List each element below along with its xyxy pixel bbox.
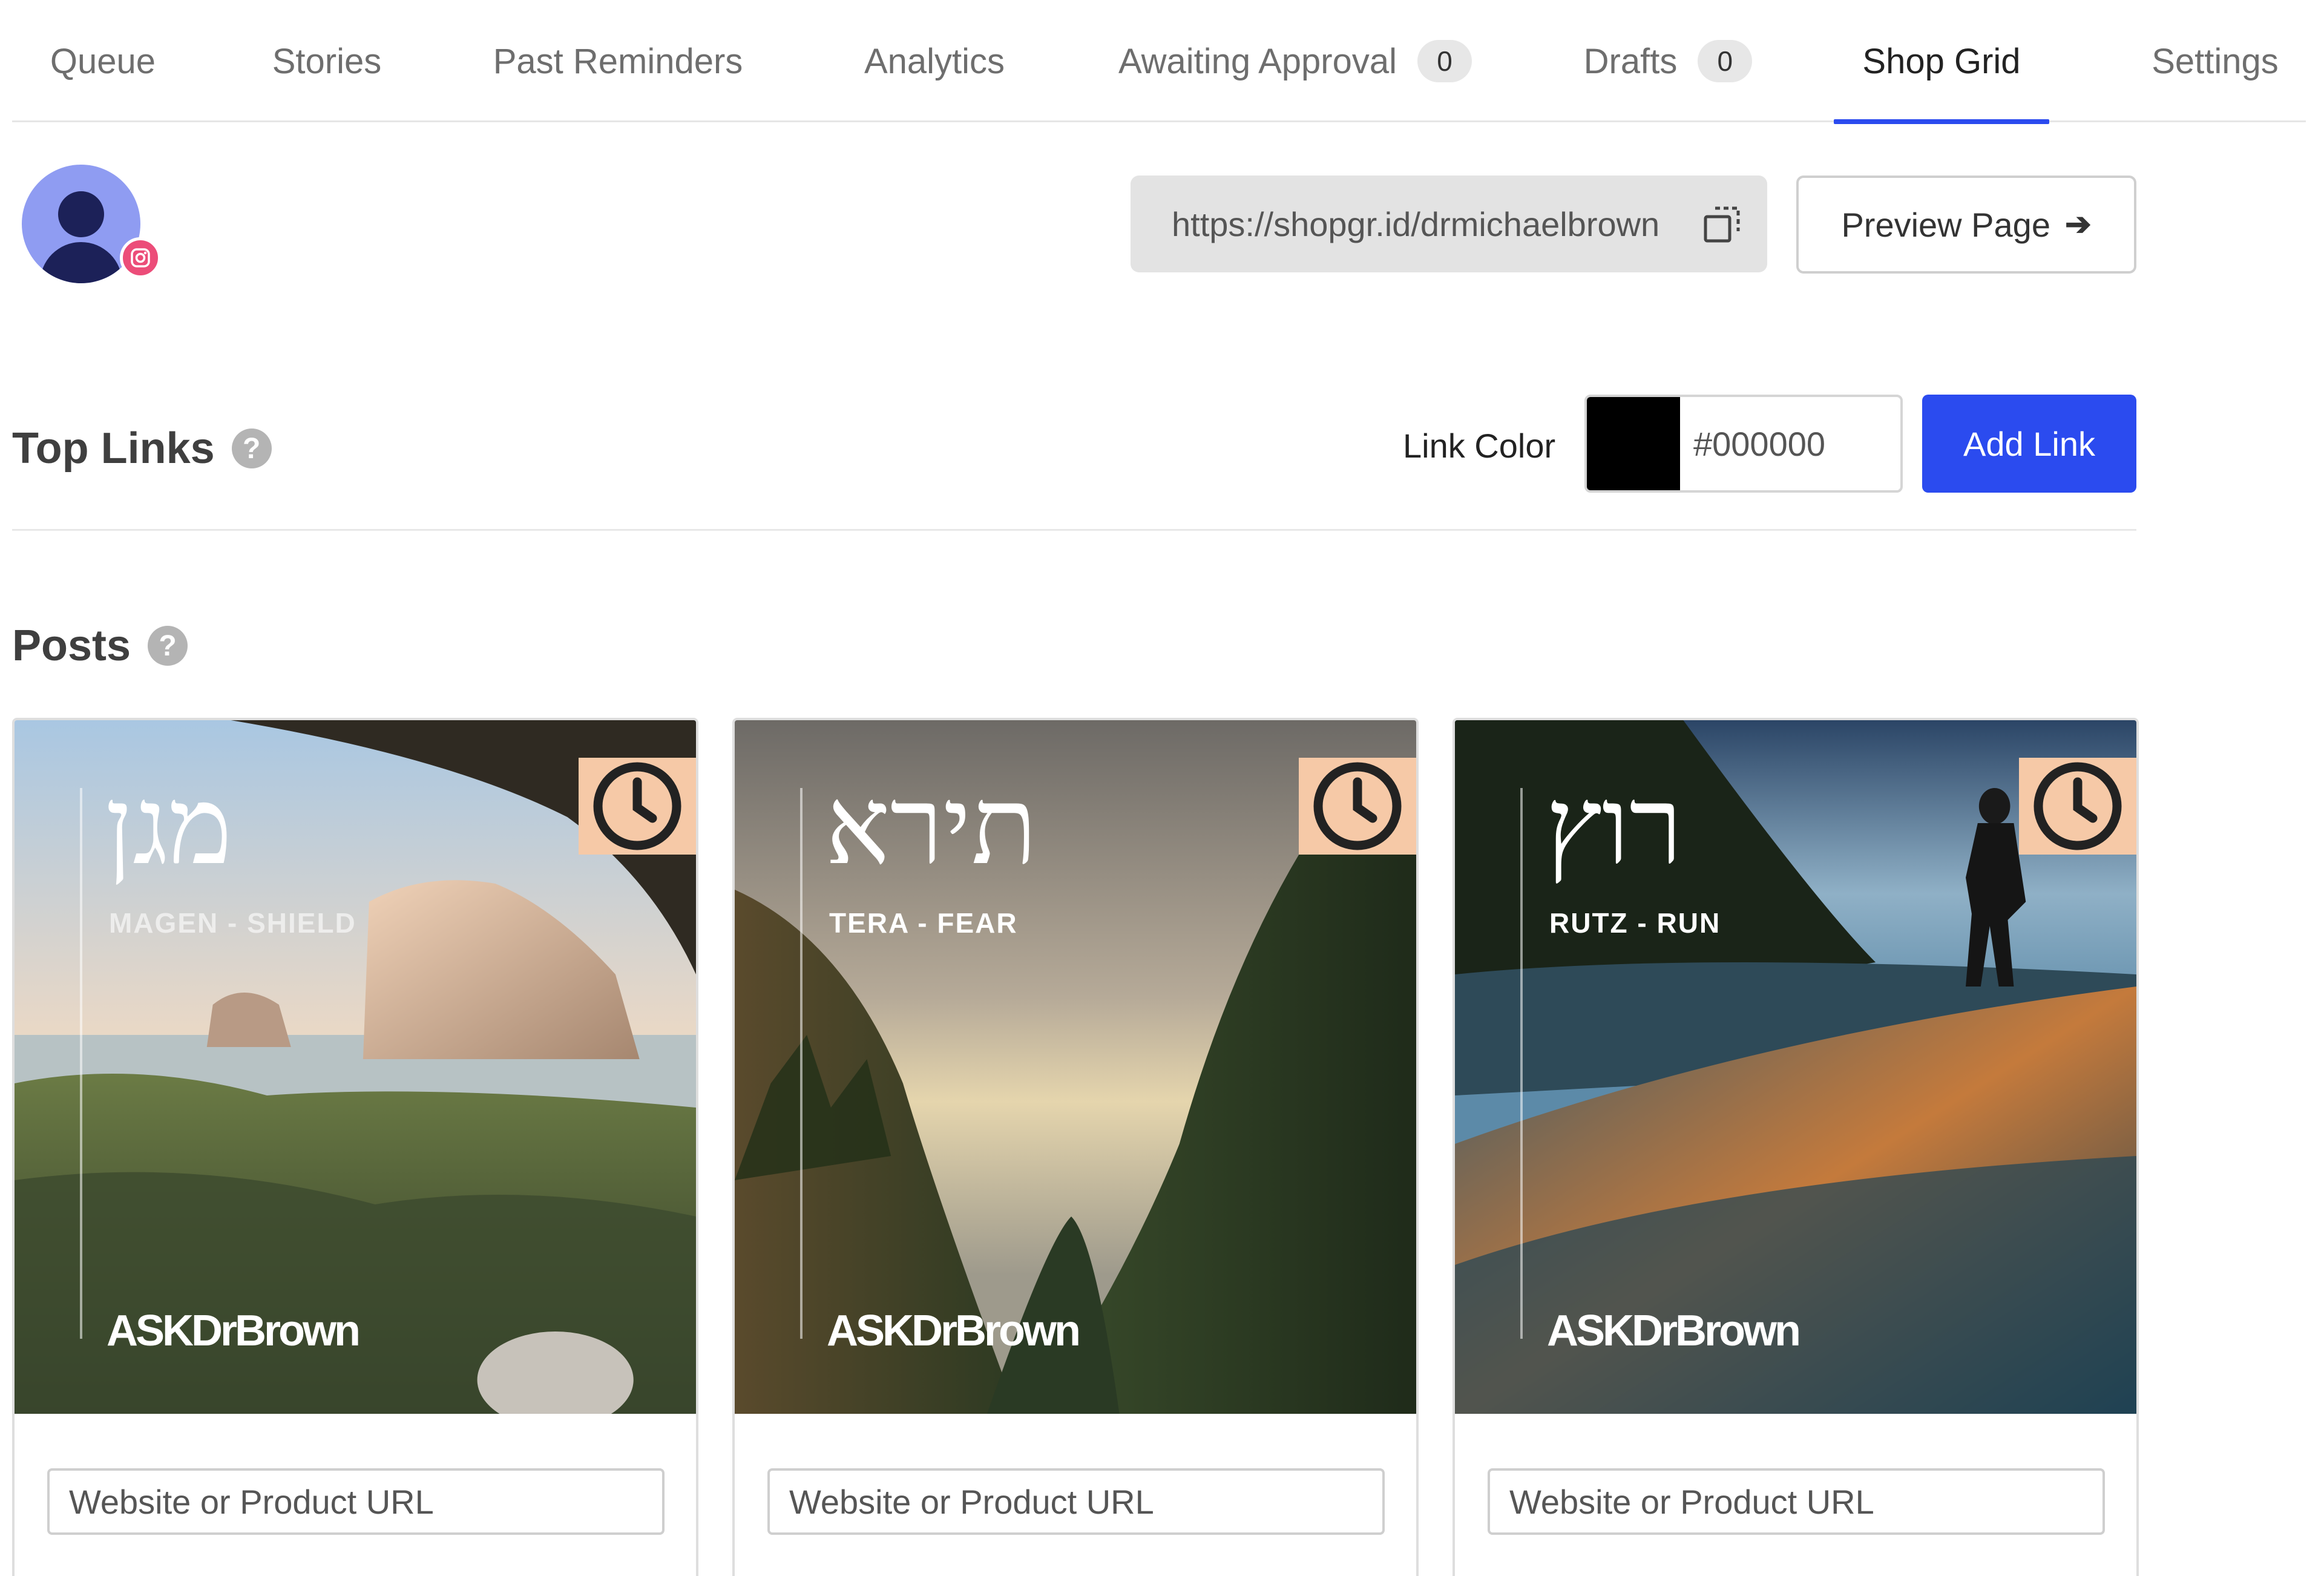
link-color-value[interactable]: #000000: [1693, 397, 1825, 490]
post-image[interactable]: תירא TERA - FEAR ASKDrBrown: [735, 720, 1416, 1414]
posts-heading: Posts ?: [12, 621, 188, 671]
preview-page-label: Preview Page: [1841, 205, 2050, 244]
brand-logo: ASKDrBrown: [827, 1307, 1081, 1355]
post-subtitle: MAGEN - SHIELD: [109, 907, 356, 939]
post-card: רוץ RUTZ - RUN ASKDrBrown: [1452, 718, 2139, 1576]
top-links-heading: Top Links ?: [12, 424, 272, 473]
shop-url-text: https://shopgr.id/drmichaelbrown: [1172, 205, 1660, 243]
link-color-picker[interactable]: #000000: [1584, 395, 1903, 493]
tab-analytics[interactable]: Analytics: [844, 0, 1025, 122]
clock-icon[interactable]: [579, 758, 696, 855]
help-icon[interactable]: ?: [231, 428, 272, 468]
post-card: תירא TERA - FEAR ASKDrBrown: [732, 718, 1419, 1576]
help-icon[interactable]: ?: [148, 626, 188, 666]
color-swatch[interactable]: [1587, 397, 1680, 490]
tab-past-reminders[interactable]: Past Reminders: [482, 0, 754, 122]
tab-label: Shop Grid: [1862, 41, 2021, 81]
post-subtitle: RUTZ - RUN: [1549, 907, 1721, 939]
tab-bar: Queue Stories Past Reminders Analytics A…: [12, 0, 2306, 124]
tab-queue[interactable]: Queue: [42, 0, 163, 122]
top-links-title: Top Links: [12, 424, 215, 473]
tab-label: Queue: [50, 41, 156, 81]
arrow-right-icon: ➔: [2064, 207, 2092, 242]
add-link-label: Add Link: [1963, 424, 2095, 463]
post-subtitle: TERA - FEAR: [829, 907, 1018, 939]
clock-icon[interactable]: [1299, 758, 1416, 855]
tab-stories[interactable]: Stories: [254, 0, 399, 122]
tab-label: Analytics: [864, 41, 1005, 81]
clock-icon[interactable]: [2019, 758, 2136, 855]
drafts-count-badge: 0: [1698, 40, 1753, 82]
website-url-input[interactable]: [767, 1468, 1385, 1535]
brand-logo: ASKDrBrown: [1547, 1307, 1801, 1355]
post-image[interactable]: מגן MAGEN - SHIELD ASKDrBrown: [15, 720, 696, 1414]
divider: [12, 529, 2136, 531]
brand-logo: ASKDrBrown: [107, 1307, 361, 1355]
add-link-button[interactable]: Add Link: [1922, 395, 2136, 493]
tab-awaiting-approval[interactable]: Awaiting Approval 0: [1101, 0, 1489, 122]
post-title: רוץ: [1546, 763, 1682, 888]
post-title: מגן: [105, 763, 232, 888]
tab-label: Drafts: [1583, 41, 1678, 81]
post-card: מגן MAGEN - SHIELD ASKDrBrown: [12, 718, 698, 1576]
website-url-input[interactable]: [1488, 1468, 2105, 1535]
tab-label: Awaiting Approval: [1118, 41, 1397, 81]
tab-drafts[interactable]: Drafts 0: [1571, 0, 1765, 122]
copy-icon[interactable]: [1703, 206, 1741, 243]
link-color-label: Link Color: [1403, 427, 1556, 465]
preview-page-button[interactable]: Preview Page ➔: [1796, 176, 2136, 274]
shop-url-copy-field[interactable]: https://shopgr.id/drmichaelbrown: [1131, 176, 1767, 272]
post-image[interactable]: רוץ RUTZ - RUN ASKDrBrown: [1455, 720, 2136, 1414]
awaiting-approval-count-badge: 0: [1417, 40, 1472, 82]
tab-label: Past Reminders: [493, 41, 743, 81]
tab-shop-grid[interactable]: Shop Grid: [1834, 0, 2049, 124]
posts-title: Posts: [12, 622, 131, 670]
post-title: תירא: [826, 763, 1037, 888]
tab-label: Stories: [272, 41, 382, 81]
instagram-icon: [120, 237, 161, 278]
tab-label: Settings: [2152, 41, 2279, 81]
tab-settings[interactable]: Settings: [2130, 0, 2300, 122]
website-url-input[interactable]: [47, 1468, 665, 1535]
